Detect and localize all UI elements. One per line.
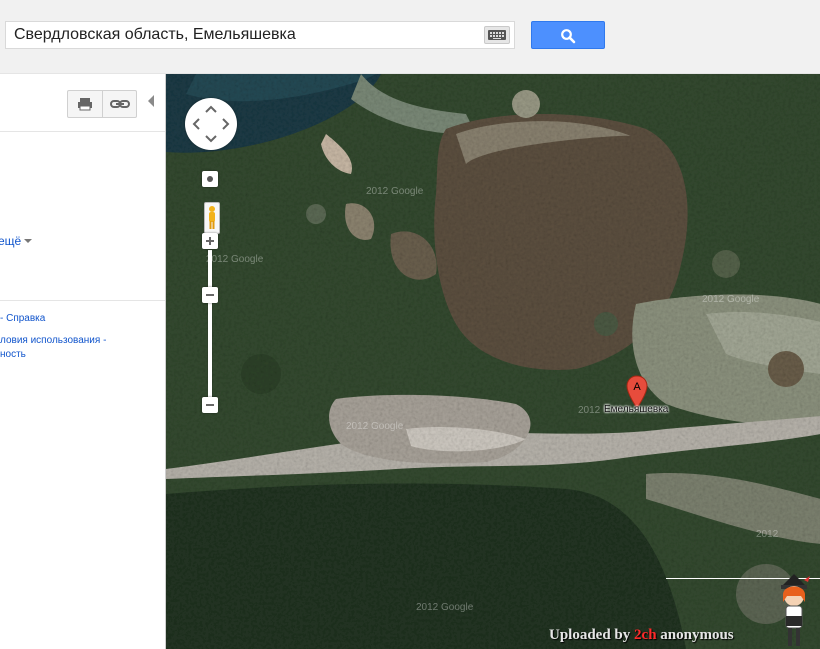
zoom-in-button[interactable] (202, 233, 218, 249)
watermark: 2012 Google (702, 294, 760, 305)
print-icon (78, 98, 92, 111)
left-panel: ещё - Справка ловия использования - ност… (0, 74, 165, 649)
watermark: 2012 (578, 405, 601, 416)
divider (0, 300, 165, 301)
marker-letter: A (633, 381, 641, 393)
watermark: 2012 Google (416, 602, 474, 613)
panel-toolbar (67, 90, 137, 118)
privacy-link[interactable]: ность (0, 349, 26, 360)
watermark: 2012 (756, 529, 779, 540)
link-icon (110, 100, 130, 108)
more-link-label: ещё (0, 234, 22, 248)
divider (0, 131, 165, 132)
upload-watermark: Uploaded by 2ch anonymous (549, 627, 734, 644)
upload-brand: 2ch (634, 627, 657, 643)
link-button[interactable] (103, 91, 137, 117)
search-input[interactable] (6, 22, 476, 48)
location-dot-icon (207, 176, 213, 182)
satellite-map[interactable]: 2012 Google 2012 Google 2012 Google 2012… (165, 74, 820, 649)
pan-arrows-icon (192, 105, 230, 143)
pan-control[interactable] (185, 98, 237, 150)
watermark: 2012 Google (346, 421, 404, 432)
keyboard-icon[interactable] (484, 26, 510, 44)
my-location-button[interactable] (202, 171, 218, 187)
satellite-imagery (166, 74, 820, 649)
zoom-slider-handle[interactable] (202, 287, 218, 303)
zoom-slider-track[interactable] (208, 250, 212, 407)
upload-prefix: Uploaded by (549, 627, 635, 643)
mascot-image (781, 574, 810, 646)
watermark: 2012 Google (366, 186, 424, 197)
marker-label: Емельяшевка (604, 404, 669, 415)
caret-down-icon (24, 239, 33, 243)
more-link[interactable]: ещё (0, 234, 33, 248)
magnifier-icon (561, 29, 576, 44)
help-link[interactable]: - Справка (0, 313, 45, 324)
upload-suffix: anonymous (656, 627, 734, 643)
search-box (5, 21, 515, 49)
print-button[interactable] (68, 91, 103, 117)
collapse-panel-icon[interactable] (148, 95, 154, 107)
search-button[interactable] (531, 21, 605, 49)
terms-link[interactable]: ловия использования - (0, 335, 106, 346)
zoom-out-button[interactable] (202, 397, 218, 413)
top-search-bar (0, 0, 820, 74)
watermark: 2012 Google (206, 254, 264, 265)
pegman-icon[interactable] (204, 202, 220, 234)
